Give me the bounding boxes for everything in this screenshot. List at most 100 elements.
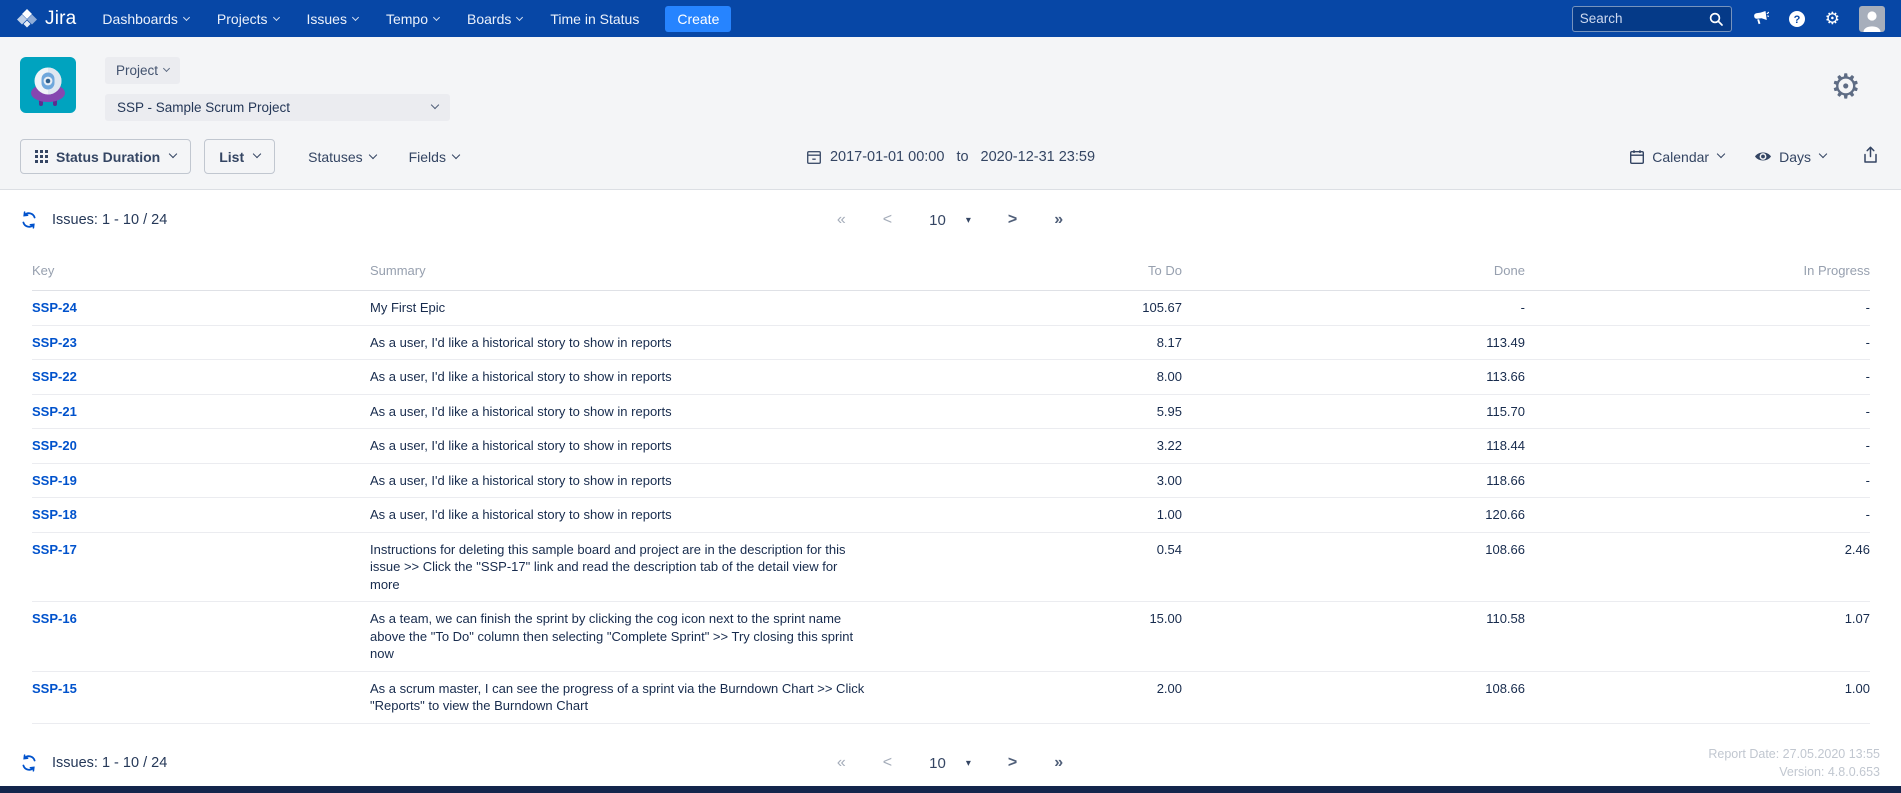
project-select[interactable]: SSP - Sample Scrum Project: [105, 94, 450, 121]
nav-item-issues[interactable]: Issues: [307, 11, 358, 27]
date-range-picker[interactable]: 2017-01-01 00:00 to 2020-12-31 23:59: [806, 149, 1095, 165]
first-page-button[interactable]: «: [837, 211, 846, 229]
next-page-button[interactable]: >: [1008, 754, 1017, 772]
search-input[interactable]: [1580, 11, 1708, 26]
nav-item-dashboards[interactable]: Dashboards: [102, 11, 189, 27]
statuses-dropdown[interactable]: Statuses: [308, 149, 375, 165]
inprogress-value-cell: -: [1525, 299, 1870, 317]
date-to: 2020-12-31 23:59: [981, 149, 1096, 165]
chevron-down-icon: [433, 14, 440, 21]
issue-key-cell: SSP-20: [32, 437, 370, 455]
project-avatar: [20, 57, 76, 113]
last-page-button[interactable]: »: [1054, 754, 1063, 772]
chevron-down-icon: [183, 14, 190, 21]
pagination-top: « < 10 ▾ > »: [837, 211, 1063, 229]
announcements-icon[interactable]: [1751, 10, 1769, 27]
issues-bar-bottom: Issues: 1 - 10 / 24 « < 10 ▾ > » Report …: [0, 724, 1901, 793]
create-button[interactable]: Create: [665, 6, 731, 32]
issue-key-link[interactable]: SSP-21: [32, 404, 77, 419]
view-mode-button[interactable]: List: [204, 139, 275, 174]
caret-down-icon: ▾: [966, 758, 971, 769]
issues-count-label: Issues: 1 - 10 / 24: [52, 212, 167, 228]
calendar-icon: [806, 149, 822, 165]
last-page-button[interactable]: »: [1054, 211, 1063, 229]
report-meta: Report Date: 27.05.2020 13:55 Version: 4…: [1708, 745, 1880, 783]
refresh-icon[interactable]: [20, 754, 38, 772]
search-icon[interactable]: [1708, 11, 1724, 27]
issue-key-link[interactable]: SSP-18: [32, 507, 77, 522]
issue-key-cell: SSP-15: [32, 680, 370, 698]
export-icon[interactable]: [1860, 144, 1881, 169]
report-type-button[interactable]: Status Duration: [20, 139, 191, 174]
issue-key-link[interactable]: SSP-20: [32, 438, 77, 453]
table-row: SSP-23 As a user, I'd like a historical …: [32, 326, 1870, 361]
chevron-down-icon: [352, 14, 359, 21]
chevron-down-icon: [272, 14, 279, 21]
issue-key-link[interactable]: SSP-17: [32, 542, 77, 557]
issues-count-label: Issues: 1 - 10 / 24: [52, 755, 167, 771]
grid-icon: [35, 150, 48, 163]
jira-brand[interactable]: Jira: [16, 8, 76, 30]
settings-gear-icon[interactable]: ⚙: [1831, 70, 1861, 104]
next-page-button[interactable]: >: [1008, 211, 1017, 229]
issue-key-link[interactable]: SSP-16: [32, 611, 77, 626]
chevron-down-icon: [1819, 150, 1827, 158]
first-page-button[interactable]: «: [837, 754, 846, 772]
issue-summary-cell: As a user, I'd like a historical story t…: [370, 437, 890, 455]
issue-key-link[interactable]: SSP-24: [32, 300, 77, 315]
prev-page-button[interactable]: <: [883, 754, 892, 772]
inprogress-value-cell: -: [1525, 368, 1870, 386]
chevron-down-icon: [163, 65, 170, 72]
version-label: Version: 4.8.0.653: [1708, 763, 1880, 782]
gear-icon[interactable]: ⚙: [1825, 10, 1840, 27]
chevron-down-icon: [253, 150, 261, 158]
nav-item-tempo[interactable]: Tempo: [386, 11, 439, 27]
prev-page-button[interactable]: <: [883, 211, 892, 229]
project-scope-button[interactable]: Project: [105, 57, 180, 84]
issue-key-cell: SSP-22: [32, 368, 370, 386]
chevron-down-icon: [431, 101, 439, 109]
done-value-cell: 113.49: [1182, 334, 1525, 352]
jira-logo-icon: [16, 8, 38, 30]
done-value-cell: 115.70: [1182, 403, 1525, 421]
inprogress-value-cell: 1.07: [1525, 610, 1870, 628]
issue-summary-cell: My First Epic: [370, 299, 890, 317]
bottom-strip: [0, 786, 1901, 793]
issue-key-cell: SSP-18: [32, 506, 370, 524]
nav-item-boards[interactable]: Boards: [467, 11, 522, 27]
todo-value-cell: 3.00: [1030, 472, 1182, 490]
issue-summary-cell: As a user, I'd like a historical story t…: [370, 506, 890, 524]
todo-value-cell: 3.22: [1030, 437, 1182, 455]
calendar-type-dropdown[interactable]: Calendar: [1629, 149, 1724, 165]
page-size-dropdown[interactable]: 10 ▾: [929, 755, 971, 772]
column-header-done: Done: [1182, 263, 1525, 278]
nav-item-time-in-status[interactable]: Time in Status: [550, 11, 639, 27]
issue-summary-cell: As a user, I'd like a historical story t…: [370, 403, 890, 421]
refresh-icon[interactable]: [20, 211, 38, 229]
calendar-icon: [1629, 149, 1645, 165]
inprogress-value-cell: -: [1525, 437, 1870, 455]
nav-item-projects[interactable]: Projects: [217, 11, 279, 27]
inprogress-value-cell: 1.00: [1525, 680, 1870, 698]
todo-value-cell: 105.67: [1030, 299, 1182, 317]
issue-key-link[interactable]: SSP-15: [32, 681, 77, 696]
fields-dropdown[interactable]: Fields: [409, 149, 459, 165]
issue-key-link[interactable]: SSP-22: [32, 369, 77, 384]
todo-value-cell: 8.00: [1030, 368, 1182, 386]
done-value-cell: 118.66: [1182, 472, 1525, 490]
issue-key-cell: SSP-16: [32, 610, 370, 628]
issue-key-link[interactable]: SSP-23: [32, 335, 77, 350]
table-row: SSP-15 As a scrum master, I can see the …: [32, 672, 1870, 724]
inprogress-value-cell: -: [1525, 472, 1870, 490]
chevron-down-icon: [452, 151, 460, 159]
user-avatar[interactable]: [1859, 6, 1885, 32]
column-header-key: Key: [32, 263, 370, 278]
issue-key-link[interactable]: SSP-19: [32, 473, 77, 488]
table-row: SSP-20 As a user, I'd like a historical …: [32, 429, 1870, 464]
unit-dropdown[interactable]: Days: [1754, 149, 1826, 165]
inprogress-value-cell: -: [1525, 506, 1870, 524]
issue-summary-cell: As a user, I'd like a historical story t…: [370, 368, 890, 386]
help-icon[interactable]: ?: [1788, 10, 1806, 28]
page-size-dropdown[interactable]: 10 ▾: [929, 212, 971, 229]
table-row: SSP-18 As a user, I'd like a historical …: [32, 498, 1870, 533]
